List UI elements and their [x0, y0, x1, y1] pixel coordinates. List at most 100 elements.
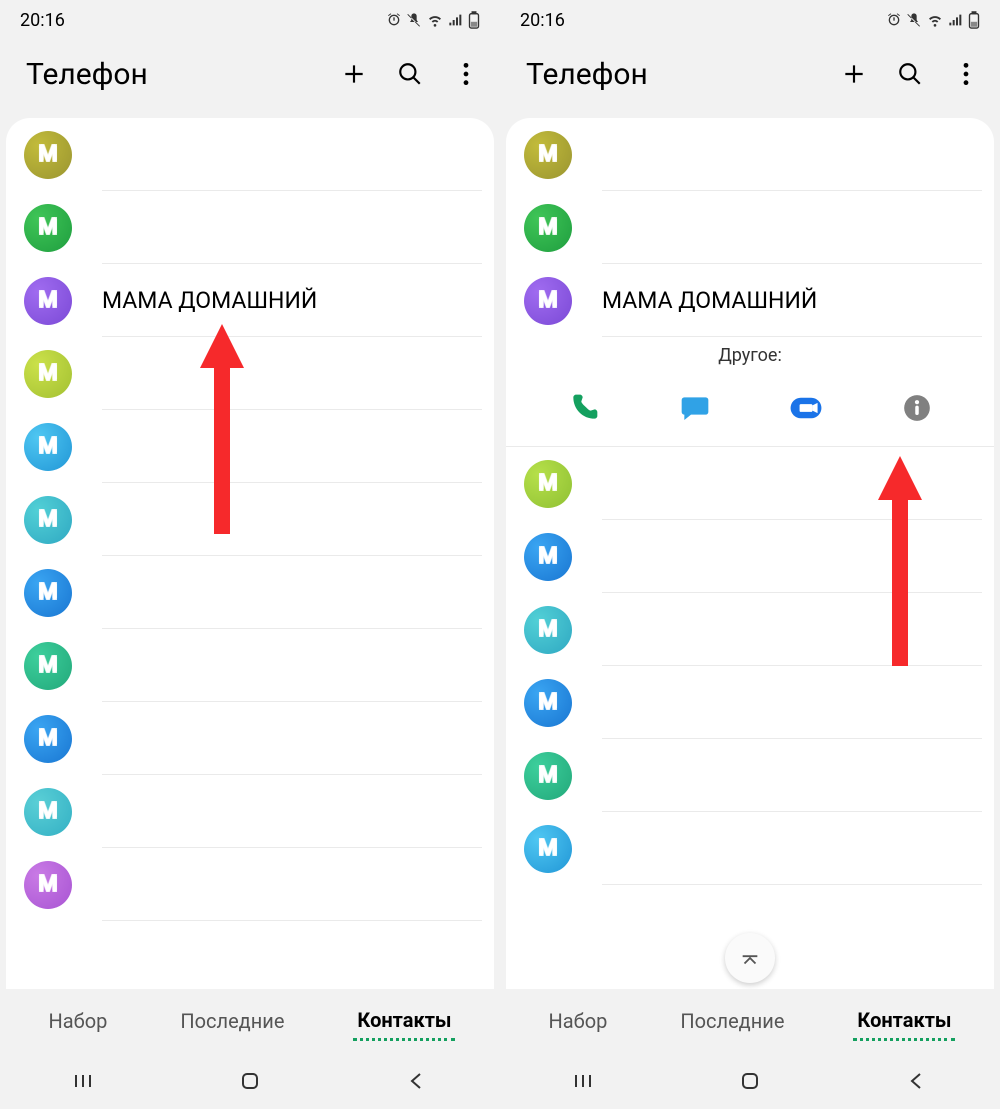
status-icons — [386, 11, 480, 29]
contact-avatar: М — [24, 204, 72, 252]
header-actions — [340, 60, 480, 88]
avatar-letter: М — [38, 288, 57, 313]
info-icon — [903, 394, 931, 422]
nav-back-button[interactable] — [397, 1061, 437, 1101]
contact-row[interactable]: М — [6, 775, 494, 848]
nav-recents-button[interactable] — [63, 1061, 103, 1101]
add-button[interactable] — [340, 60, 368, 88]
contact-row[interactable]: М — [6, 337, 494, 410]
contact-avatar: М — [524, 460, 572, 508]
tab-recent[interactable]: Последние — [176, 1003, 288, 1039]
tab-recent[interactable]: Последние — [676, 1003, 788, 1039]
search-icon — [897, 61, 923, 87]
contact-row[interactable]: М — [6, 848, 494, 921]
contact-row[interactable]: М МАМА ДОМАШНИЙ — [6, 264, 494, 337]
android-nav-bar — [500, 1053, 1000, 1109]
avatar-letter: М — [38, 361, 57, 386]
contact-row[interactable]: М — [6, 191, 494, 264]
contact-list[interactable]: М М М МАМА ДОМАШНИЙ Другое: М М М М М М — [506, 118, 994, 989]
contact-row[interactable]: М — [506, 447, 994, 520]
info-button[interactable] — [897, 388, 937, 428]
contact-avatar: М — [524, 277, 572, 325]
contact-row[interactable]: М — [506, 520, 994, 593]
tab-dial[interactable]: Набор — [545, 1003, 612, 1039]
avatar-letter: М — [538, 215, 557, 240]
contact-name: МАМА ДОМАШНИЙ — [602, 287, 817, 314]
contact-row[interactable]: М — [6, 702, 494, 775]
contact-row[interactable]: М — [506, 593, 994, 666]
search-button[interactable] — [396, 60, 424, 88]
nav-home-button[interactable] — [230, 1061, 270, 1101]
contact-list[interactable]: ММММАМА ДОМАШНИЙММММММММ — [6, 118, 494, 989]
nav-home-icon — [738, 1069, 762, 1093]
contact-name: МАМА ДОМАШНИЙ — [102, 287, 317, 314]
more-button[interactable] — [952, 60, 980, 88]
nav-recents-button[interactable] — [563, 1061, 603, 1101]
nav-back-button[interactable] — [897, 1061, 937, 1101]
contact-avatar: М — [524, 606, 572, 654]
contact-avatar: М — [24, 861, 72, 909]
alarm-icon — [886, 12, 902, 28]
signal-icon — [948, 12, 964, 28]
alarm-icon — [386, 12, 402, 28]
tab-contacts[interactable]: Контакты — [353, 1002, 455, 1041]
scroll-to-top-button[interactable] — [725, 933, 775, 983]
video-call-button[interactable] — [786, 388, 826, 428]
contact-row[interactable]: М — [506, 666, 994, 739]
contact-row[interactable]: М — [6, 629, 494, 702]
contact-row[interactable]: М — [6, 410, 494, 483]
status-time: 20:16 — [520, 10, 565, 31]
search-icon — [397, 61, 423, 87]
contact-row[interactable]: М — [506, 812, 994, 885]
wifi-icon — [426, 12, 444, 28]
status-bar: 20:16 — [0, 0, 500, 40]
search-button[interactable] — [896, 60, 924, 88]
contact-row[interactable]: М МАМА ДОМАШНИЙ — [506, 264, 994, 337]
contact-row[interactable]: М — [6, 118, 494, 191]
avatar-letter: М — [538, 690, 557, 715]
message-button[interactable] — [675, 388, 715, 428]
contact-avatar: М — [524, 204, 572, 252]
avatar-letter: М — [38, 799, 57, 824]
contact-avatar: М — [24, 350, 72, 398]
avatar-letter: М — [38, 872, 57, 897]
more-button[interactable] — [452, 60, 480, 88]
status-bar: 20:16 — [500, 0, 1000, 40]
avatar-letter: М — [38, 215, 57, 240]
avatar-letter: М — [538, 836, 557, 861]
contact-avatar: М — [524, 131, 572, 179]
avatar-letter: М — [538, 617, 557, 642]
nav-home-button[interactable] — [730, 1061, 770, 1101]
call-button[interactable] — [564, 388, 604, 428]
phone-icon — [568, 392, 600, 424]
avatar-letter: М — [38, 434, 57, 459]
bottom-tabs: Набор Последние Контакты — [0, 989, 500, 1053]
page-title: Телефон — [526, 57, 648, 92]
contact-avatar: М — [524, 679, 572, 727]
android-nav-bar — [0, 1053, 500, 1109]
contact-avatar: М — [524, 752, 572, 800]
signal-icon — [448, 12, 464, 28]
tab-dial[interactable]: Набор — [45, 1003, 112, 1039]
tab-contacts[interactable]: Контакты — [853, 1002, 955, 1041]
contact-row[interactable]: М — [6, 556, 494, 629]
mute-icon — [906, 12, 922, 28]
avatar-letter: М — [538, 544, 557, 569]
mute-icon — [406, 12, 422, 28]
avatar-letter: М — [38, 726, 57, 751]
more-vertical-icon — [962, 61, 970, 87]
status-icons — [886, 11, 980, 29]
contact-row[interactable]: М — [506, 191, 994, 264]
contact-expanded-panel: Другое: — [506, 337, 994, 447]
wifi-icon — [926, 12, 944, 28]
contact-row[interactable]: М — [506, 118, 994, 191]
contact-row[interactable]: М — [6, 483, 494, 556]
add-button[interactable] — [840, 60, 868, 88]
battery-icon — [468, 11, 480, 29]
avatar-letter: М — [538, 471, 557, 496]
contact-avatar: М — [24, 423, 72, 471]
contact-row[interactable]: М — [506, 739, 994, 812]
contact-avatar: М — [24, 131, 72, 179]
phone-screen-right: 20:16 Телефон ММММАМА ДОМАШНИЙДругое:МММ… — [500, 0, 1000, 1109]
contact-avatar: М — [24, 569, 72, 617]
